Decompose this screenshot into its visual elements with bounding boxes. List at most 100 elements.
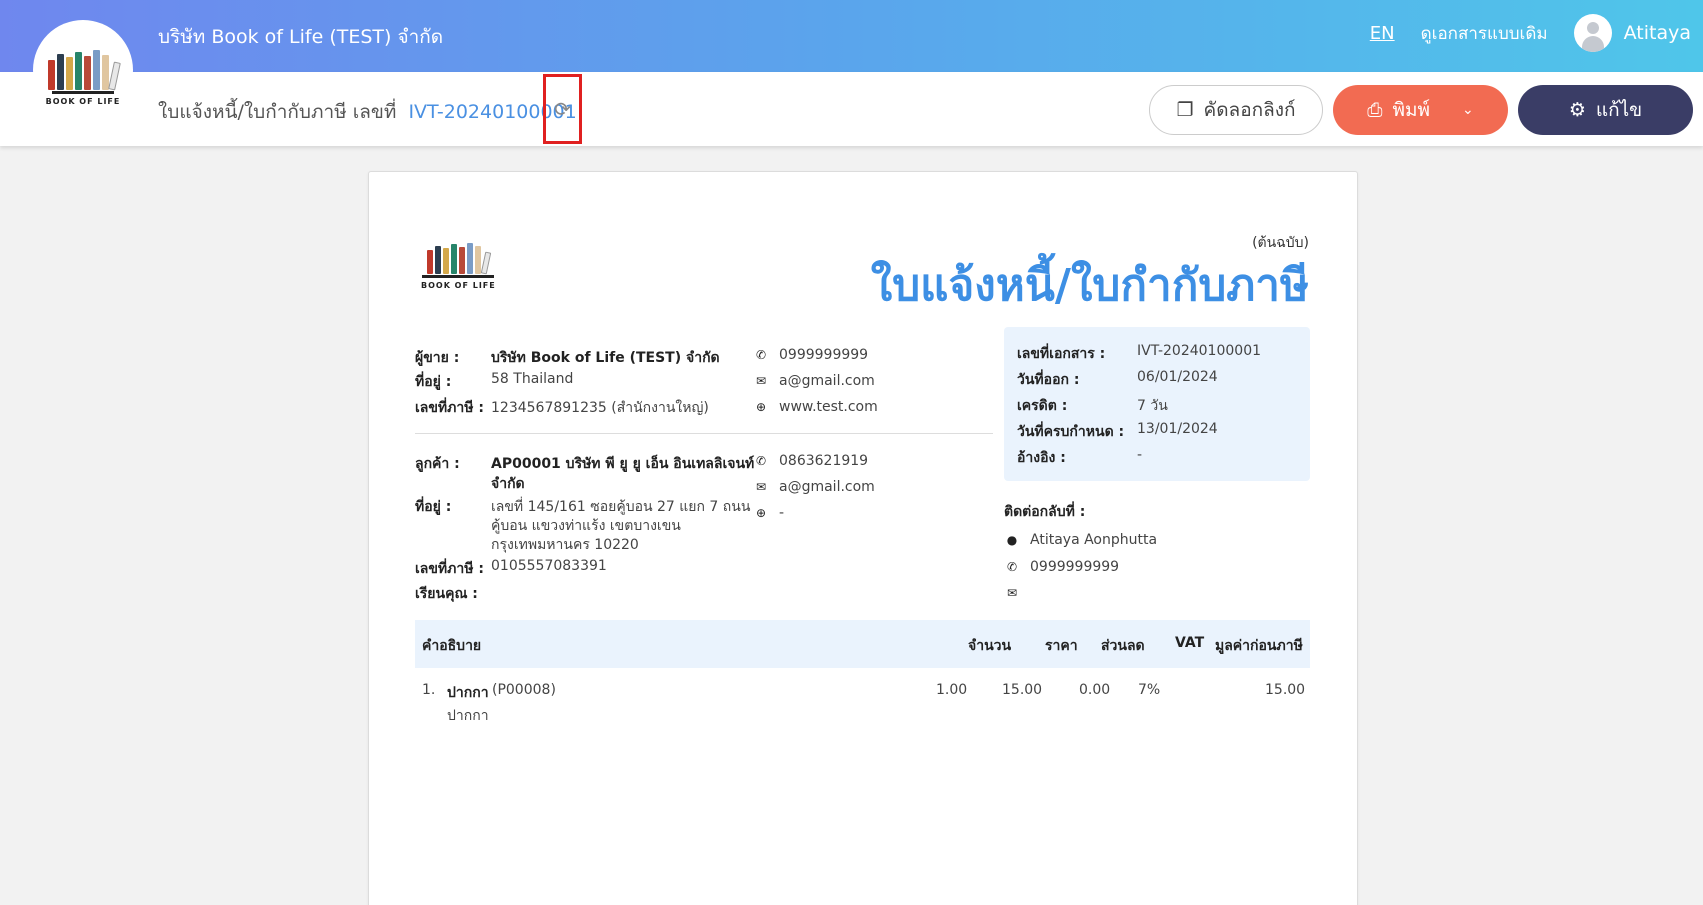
envelope-icon: ✉ [755,374,767,388]
reference-value: - [1137,447,1143,463]
document-title: ใบแจ้งหนี้/ใบกำกับภาษี [870,260,1309,311]
doc-no-value: IVT-20240100001 [1137,343,1262,359]
item-name: ปากกา [447,685,489,701]
item-qty: 1.00 [936,682,968,698]
customer-email-row: ✉ a@gmail.com [753,479,875,495]
logo-text: BOOK OF LIFE [421,281,496,290]
contact-phone-row: ✆ 0999999999 [1004,559,1119,575]
divider [415,433,993,434]
phone-icon: ✆ [755,348,767,362]
printer-icon: ⎙ [1367,99,1383,121]
customer-name-line2: จำกัด [491,476,525,492]
contact-label: ติดต่อกลับที่ : [1004,504,1086,520]
phone-icon: ✆ [1006,560,1018,574]
seller-phone-row: ✆ 0999999999 [753,347,868,363]
contact-phone: 0999999999 [1030,559,1120,575]
col-price: ราคา [1045,638,1078,654]
col-amount: มูลค่าก่อนภาษี [1215,638,1303,654]
print-label: พิมพ์ [1392,99,1431,121]
issue-date-value: 06/01/2024 [1137,369,1218,385]
edit-label: แก้ไข [1595,99,1643,121]
customer-phone-row: ✆ 0863621919 [753,453,868,469]
seller-address: 58 Thailand [491,371,574,387]
company-name: บริษัท Book of Life (TEST) จำกัด [158,26,444,48]
document-paper: BOOK OF LIFE (ต้นฉบับ) ใบแจ้งหนี้/ใบกำกั… [368,171,1358,905]
customer-tax-label: เลขที่ภาษี : [415,561,484,577]
document-logo: BOOK OF LIFE [421,242,496,290]
customer-email: a@gmail.com [779,479,875,495]
seller-phone: 0999999999 [779,347,869,363]
customer-address-line3: กรุงเทพมหานคร 10220 [491,537,639,553]
seller-email: a@gmail.com [779,373,875,389]
col-description: คำอธิบาย [422,638,482,654]
document-type-label: ใบแจ้งหนี้/ใบกำกับภาษี เลขที่ [158,101,397,123]
col-qty: จำนวน [968,638,1012,654]
contact-name: Atitaya Aonphutta [1030,532,1158,548]
user-avatar-icon [1573,14,1612,52]
seller-name: บริษัท Book of Life (TEST) จำกัด [491,350,720,366]
top-bar: บริษัท Book of Life (TEST) จำกัด EN ดูเอ… [0,0,1703,72]
customer-phone: 0863621919 [779,453,869,469]
credit-value: 7 วัน [1137,398,1168,414]
seller-website-row: ⊕ www.test.com [753,399,878,415]
company-logo[interactable]: BOOK OF LIFE [33,20,133,120]
user-menu[interactable]: Atitaya [1573,14,1691,52]
seller-tax-label: เลขที่ภาษี : [415,400,484,416]
copy-icon: ❐ [1176,99,1194,121]
doc-no-label: เลขที่เอกสาร : [1017,346,1106,362]
credit-label: เครดิต : [1017,398,1068,414]
due-date-value: 13/01/2024 [1137,421,1218,437]
reference-label: อ้างอิง : [1017,450,1066,466]
row-index: 1. [422,682,436,698]
issue-date-label: วันที่ออก : [1017,372,1080,388]
edit-button[interactable]: ⚙ แก้ไข [1518,85,1693,135]
phone-icon: ✆ [755,454,767,468]
envelope-icon: ✉ [755,480,767,494]
contact-email-row: ✉ [1004,586,1020,600]
seller-label: ผู้ขาย : [415,350,460,366]
seller-address-label: ที่อยู่ : [415,374,452,390]
col-vat: VAT [1175,635,1205,651]
due-date-label: วันที่ครบกำหนด : [1017,424,1125,440]
user-icon: ● [1006,533,1018,547]
seller-website: www.test.com [779,399,878,415]
print-button[interactable]: ⎙ พิมพ์ ⌄ [1333,85,1508,135]
item-detail: ปากกา [447,708,489,724]
document-info-box: เลขที่เอกสาร : IVT-20240100001 วันที่ออก… [1004,327,1310,481]
document-toolbar: ใบแจ้งหนี้/ใบกำกับภาษี เลขที่ IVT-202401… [0,72,1703,146]
logo-text: BOOK OF LIFE [45,97,121,106]
document-heading: ใบแจ้งหนี้/ใบกำกับภาษี เลขที่ IVT-202401… [158,97,577,127]
items-table-header: คำอธิบาย จำนวน ราคา ส่วนลด VAT มูลค่าก่อ… [415,620,1310,668]
item-code: (P00008) [492,682,556,698]
col-discount: ส่วนลด [1101,638,1145,654]
envelope-icon: ✉ [1006,586,1018,600]
customer-website-row: ⊕ - [753,505,784,521]
customer-website: - [779,505,785,521]
customer-address-label: ที่อยู่ : [415,499,452,515]
customer-name-line1: AP00001 บริษัท พี ยู ยู เอ็น อินเทลลิเจน… [491,456,755,472]
refresh-icon: ⟳ [554,97,571,121]
books-logo-icon [48,48,121,91]
copy-link-button[interactable]: ❐ คัดลอกลิงก์ [1149,85,1323,135]
legacy-view-link[interactable]: ดูเอกสารแบบเดิม [1421,20,1548,47]
books-logo-icon [427,242,492,275]
attention-label: เรียนคุณ : [415,586,478,602]
copy-link-label: คัดลอกลิงก์ [1203,99,1296,121]
item-vat: 7% [1138,682,1161,698]
gear-icon: ⚙ [1568,99,1586,121]
item-amount: 15.00 [1265,682,1306,698]
item-discount: 0.00 [1079,682,1111,698]
item-price: 15.00 [1002,682,1043,698]
user-name: Atitaya [1623,22,1691,44]
customer-tax-id: 0105557083391 [491,558,607,574]
seller-email-row: ✉ a@gmail.com [753,373,875,389]
top-right-menu: EN ดูเอกสารแบบเดิม Atitaya [1370,14,1691,52]
language-switch-link[interactable]: EN [1370,23,1395,44]
globe-icon: ⊕ [755,506,767,520]
customer-label: ลูกค้า : [415,456,460,472]
contact-name-row: ● Atitaya Aonphutta [1004,532,1157,548]
chevron-down-icon[interactable]: ⌄ [1462,102,1474,118]
seller-tax-id: 1234567891235 (สำนักงานใหญ่) [491,400,709,416]
refresh-button[interactable]: ⟳ [543,74,582,144]
globe-icon: ⊕ [755,400,767,414]
